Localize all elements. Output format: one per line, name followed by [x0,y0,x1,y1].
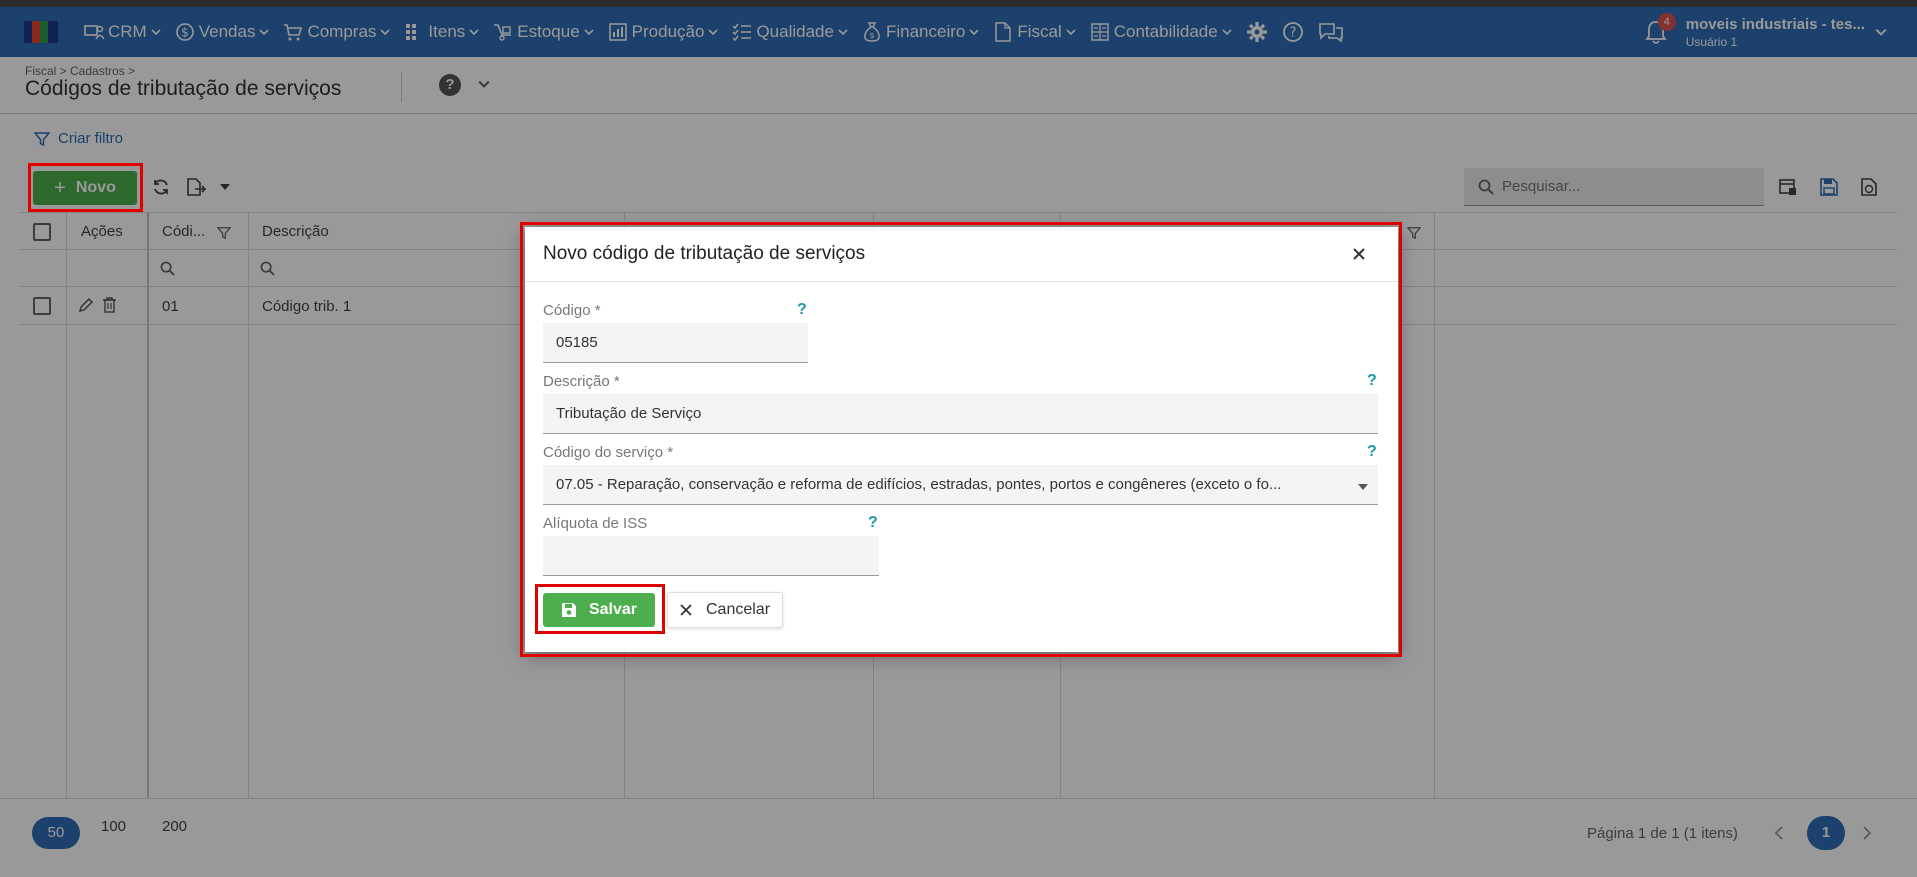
highlight-frame-new-button [28,163,143,212]
highlight-frame-save-button [535,584,665,634]
